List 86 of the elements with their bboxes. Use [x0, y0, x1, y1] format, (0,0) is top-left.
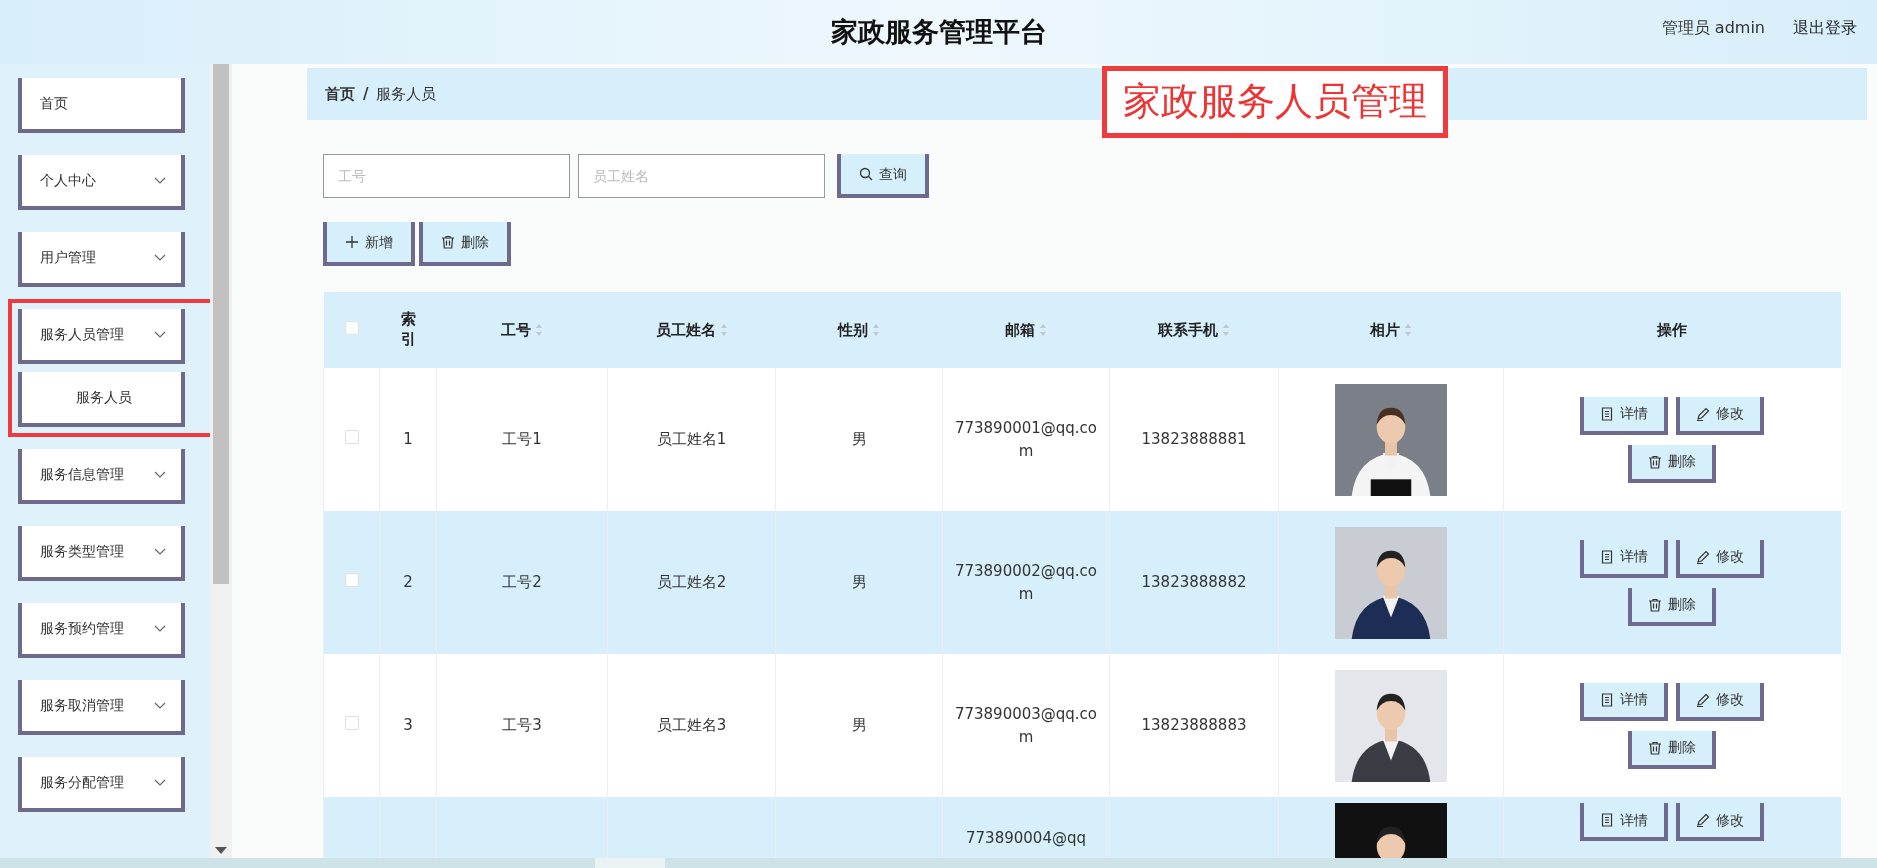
detail-button[interactable]: 详情: [1580, 682, 1669, 721]
table-cell: 2: [403, 573, 413, 592]
column-header: 操作: [1657, 320, 1687, 339]
table-cell: 男: [851, 573, 867, 592]
menu-item[interactable]: 服务人员管理: [18, 309, 185, 364]
column-header[interactable]: 性别: [838, 320, 868, 339]
search-button[interactable]: 查询: [837, 154, 929, 198]
user-label: 管理员 admin: [1661, 17, 1765, 39]
table-cell: 3: [403, 716, 413, 735]
column-header: 索引: [399, 310, 417, 349]
pencil-icon: [1696, 813, 1711, 827]
menu-item[interactable]: 服务分配管理: [18, 757, 185, 812]
add-button[interactable]: 新增: [323, 222, 415, 266]
table-cell: 13823888881: [1141, 430, 1247, 449]
trash-icon: [1648, 740, 1663, 755]
table-cell: 773890001@qq.com: [954, 419, 1098, 460]
checkbox[interactable]: [344, 430, 359, 445]
table-cell: 员工姓名2: [656, 573, 727, 592]
search-field[interactable]: 工号: [323, 154, 570, 198]
edit-button[interactable]: 修改: [1676, 539, 1765, 578]
scrollbar[interactable]: [210, 64, 232, 858]
sort-icon: [1222, 323, 1230, 338]
checkbox[interactable]: [344, 320, 359, 335]
table-cell: 773890004@qq: [966, 829, 1086, 847]
table-cell: 13823888882: [1141, 573, 1247, 592]
breadcrumb-item[interactable]: 首页: [325, 82, 355, 106]
table-cell: 男: [851, 716, 867, 735]
trash-icon: [1648, 454, 1663, 469]
table-cell: 工号3: [502, 716, 542, 735]
menu-item[interactable]: 服务预约管理: [18, 603, 185, 658]
document-icon: [1600, 692, 1615, 707]
search-field[interactable]: 员工姓名: [578, 154, 825, 198]
document-icon: [1600, 549, 1615, 564]
app-title: 家政服务管理平台: [830, 14, 1047, 49]
table-cell: 男: [851, 430, 867, 449]
table-cell: 773890003@qq.com: [954, 705, 1098, 746]
edit-button[interactable]: 修改: [1676, 682, 1765, 721]
column-header[interactable]: 员工姓名: [655, 320, 716, 339]
edit-button[interactable]: 修改: [1676, 803, 1765, 841]
plus-icon: [345, 235, 359, 249]
table-cell: 员工姓名3: [656, 716, 727, 735]
menu-item[interactable]: 首页: [18, 78, 185, 133]
trash-icon: [1648, 597, 1663, 612]
logout-link[interactable]: 退出登录: [1793, 16, 1857, 40]
table-cell: 员工姓名1: [656, 430, 727, 449]
menu-item[interactable]: 服务取消管理: [18, 680, 185, 735]
menu-item[interactable]: 服务信息管理: [18, 449, 185, 504]
column-header[interactable]: 邮箱: [1005, 320, 1035, 339]
edit-button[interactable]: 修改: [1676, 396, 1765, 435]
trash-icon: [441, 235, 455, 249]
pencil-icon: [1696, 406, 1711, 421]
checkbox[interactable]: [344, 716, 359, 731]
detail-button[interactable]: 详情: [1580, 396, 1669, 435]
column-header[interactable]: 联系手机: [1158, 320, 1218, 339]
sort-icon: [1039, 323, 1047, 338]
table-cell: 工号2: [502, 573, 542, 592]
detail-button[interactable]: 详情: [1580, 803, 1669, 841]
sort-icon: [872, 323, 880, 338]
document-icon: [1600, 406, 1615, 421]
table-cell: 13823888883: [1141, 716, 1247, 735]
checkbox[interactable]: [344, 573, 359, 588]
search-icon: [859, 167, 873, 181]
submenu-item[interactable]: 服务人员: [18, 372, 185, 427]
table-cell: 工号1: [502, 430, 542, 449]
pencil-icon: [1696, 692, 1711, 707]
pencil-icon: [1696, 549, 1711, 564]
annotation-label: 家政服务人员管理: [1102, 66, 1448, 138]
detail-button[interactable]: 详情: [1580, 539, 1669, 578]
sort-icon: [719, 323, 728, 338]
sort-icon: [535, 323, 543, 338]
sort-icon: [1404, 323, 1412, 338]
menu-item[interactable]: 个人中心: [18, 155, 185, 210]
menu-item[interactable]: 服务类型管理: [18, 526, 185, 581]
menu-item[interactable]: 用户管理: [18, 232, 185, 287]
delete-button[interactable]: 删除: [1628, 444, 1717, 483]
column-header[interactable]: 工号: [501, 320, 531, 339]
delete-button[interactable]: 删除: [1628, 730, 1717, 769]
breadcrumb-separator: /: [363, 83, 369, 105]
breadcrumb-item: 服务人员: [376, 83, 437, 105]
document-icon: [1600, 813, 1615, 827]
delete-button[interactable]: 删除: [1628, 587, 1717, 626]
column-header[interactable]: 相片: [1370, 320, 1400, 339]
scrollbar[interactable]: [0, 858, 1877, 868]
table-cell: 1: [403, 430, 413, 449]
delete-button[interactable]: 删除: [419, 222, 511, 266]
table-cell: 773890002@qq.com: [954, 562, 1098, 603]
